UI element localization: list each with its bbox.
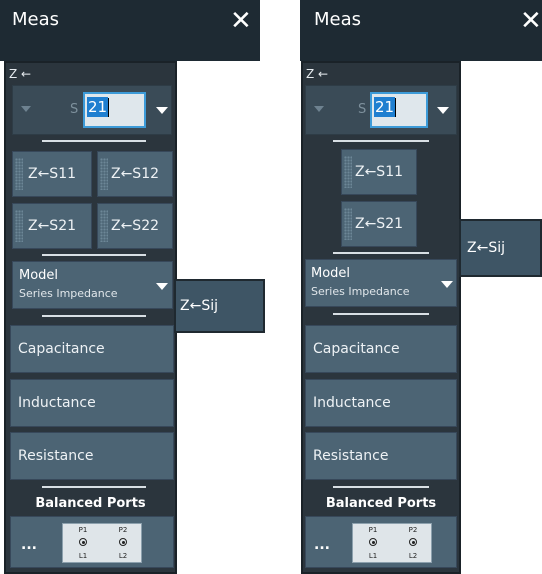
chevron-down-icon[interactable] xyxy=(437,107,449,114)
divider xyxy=(42,254,146,256)
index-input[interactable]: 21 xyxy=(83,92,146,128)
button-label: Inductance xyxy=(18,395,96,411)
model-value: Series Impedance xyxy=(311,285,410,298)
button-label: Z←S21 xyxy=(27,218,77,234)
button-label: Z←Sij xyxy=(180,298,218,314)
model-dropdown[interactable]: Model Series Impedance xyxy=(305,259,457,307)
close-icon[interactable]: ✕ xyxy=(230,2,252,40)
port-label: L2 xyxy=(408,552,418,560)
z-s22-button[interactable]: Z←S22 xyxy=(97,203,173,249)
chevron-down-icon xyxy=(156,283,168,290)
s-prefix: S xyxy=(358,102,367,117)
close-icon[interactable]: ✕ xyxy=(520,2,542,40)
z-s12-button[interactable]: Z←S12 xyxy=(97,151,173,197)
s-prefix: S xyxy=(70,102,79,117)
divider xyxy=(42,315,146,317)
model-label: Model xyxy=(311,266,351,281)
balanced-ports-button[interactable]: ... P1 L1 P2 L2 xyxy=(10,516,174,568)
model-dropdown[interactable]: Model Series Impedance xyxy=(12,261,173,309)
button-label: Z←Sij xyxy=(467,240,505,256)
dialog-titlebar: Meas ✕ xyxy=(0,0,260,61)
meas-panel: Z ← S 21 Z←S11 Z←S21 Model Series Impeda… xyxy=(301,61,461,574)
text-caret xyxy=(108,98,109,117)
divider xyxy=(333,140,429,142)
divider xyxy=(42,140,146,142)
button-label: Z←S11 xyxy=(27,166,77,182)
divider xyxy=(333,313,429,315)
model-value: Series Impedance xyxy=(19,287,118,300)
text-caret xyxy=(395,98,396,117)
parameter-label: Z ← xyxy=(9,67,32,81)
chevron-down-icon[interactable] xyxy=(156,107,168,114)
dialog-titlebar: Meas ✕ xyxy=(300,0,542,61)
balanced-ports-button[interactable]: ... P1 L1 P2 L2 xyxy=(305,516,457,568)
resistance-button[interactable]: Resistance xyxy=(10,432,174,480)
port-label: P1 xyxy=(368,526,378,534)
dialog-title: Meas xyxy=(12,9,60,30)
index-input[interactable]: 21 xyxy=(370,92,428,128)
parameter-label: Z ← xyxy=(306,67,329,81)
button-label: Resistance xyxy=(313,448,389,464)
divider xyxy=(42,486,146,488)
dialog-title: Meas xyxy=(314,9,362,30)
prev-index-icon[interactable] xyxy=(314,106,324,112)
port-label: L1 xyxy=(368,552,378,560)
z-s11-button[interactable]: Z←S11 xyxy=(12,151,92,197)
port-label: P2 xyxy=(118,526,128,534)
port-connector-icon xyxy=(409,538,417,546)
inductance-button[interactable]: Inductance xyxy=(10,379,174,427)
button-label: Capacitance xyxy=(313,341,400,357)
model-label: Model xyxy=(19,268,59,283)
button-label: Resistance xyxy=(18,448,94,464)
index-value: 21 xyxy=(87,97,109,117)
index-value: 21 xyxy=(374,97,396,117)
port-connector-icon xyxy=(79,538,87,546)
port-label: P2 xyxy=(408,526,418,534)
meas-panel: Z ← S 21 Z←S11 Z←S12 Z←S21 Z←S22 Model S… xyxy=(4,61,177,574)
z-sij-popup-button[interactable]: Z←Sij xyxy=(174,279,265,333)
z-sij-popup-button[interactable]: Z←Sij xyxy=(459,219,542,277)
divider xyxy=(333,486,429,488)
divider xyxy=(333,252,429,254)
z-s21-button[interactable]: Z←S21 xyxy=(341,201,417,247)
port-label: L1 xyxy=(78,552,88,560)
port-label: P1 xyxy=(78,526,88,534)
port-connector-icon xyxy=(369,538,377,546)
capacitance-button[interactable]: Capacitance xyxy=(10,325,174,373)
port-connector-icon: P1 L1 P2 L2 xyxy=(352,523,432,563)
balanced-ports-heading: Balanced Ports xyxy=(35,496,146,511)
button-label: Inductance xyxy=(313,395,391,411)
ellipsis-label: ... xyxy=(314,537,330,553)
button-label: Z←S22 xyxy=(110,218,160,234)
port-label: L2 xyxy=(118,552,128,560)
capacitance-button[interactable]: Capacitance xyxy=(305,325,457,373)
button-label: Z←S11 xyxy=(354,164,404,180)
index-selector: S 21 xyxy=(305,85,457,135)
inductance-button[interactable]: Inductance xyxy=(305,379,457,427)
resistance-button[interactable]: Resistance xyxy=(305,432,457,480)
button-label: Z←S21 xyxy=(354,216,404,232)
button-label: Capacitance xyxy=(18,341,105,357)
z-s11-button[interactable]: Z←S11 xyxy=(341,149,417,195)
prev-index-icon[interactable] xyxy=(21,106,31,112)
port-connector-icon: P1 L1 P2 L2 xyxy=(62,523,142,563)
index-selector: S 21 xyxy=(12,85,172,135)
balanced-ports-heading: Balanced Ports xyxy=(325,496,437,511)
z-s21-button[interactable]: Z←S21 xyxy=(12,203,92,249)
ellipsis-label: ... xyxy=(21,537,37,553)
port-connector-icon xyxy=(119,538,127,546)
chevron-down-icon xyxy=(441,281,453,288)
button-label: Z←S12 xyxy=(110,166,160,182)
